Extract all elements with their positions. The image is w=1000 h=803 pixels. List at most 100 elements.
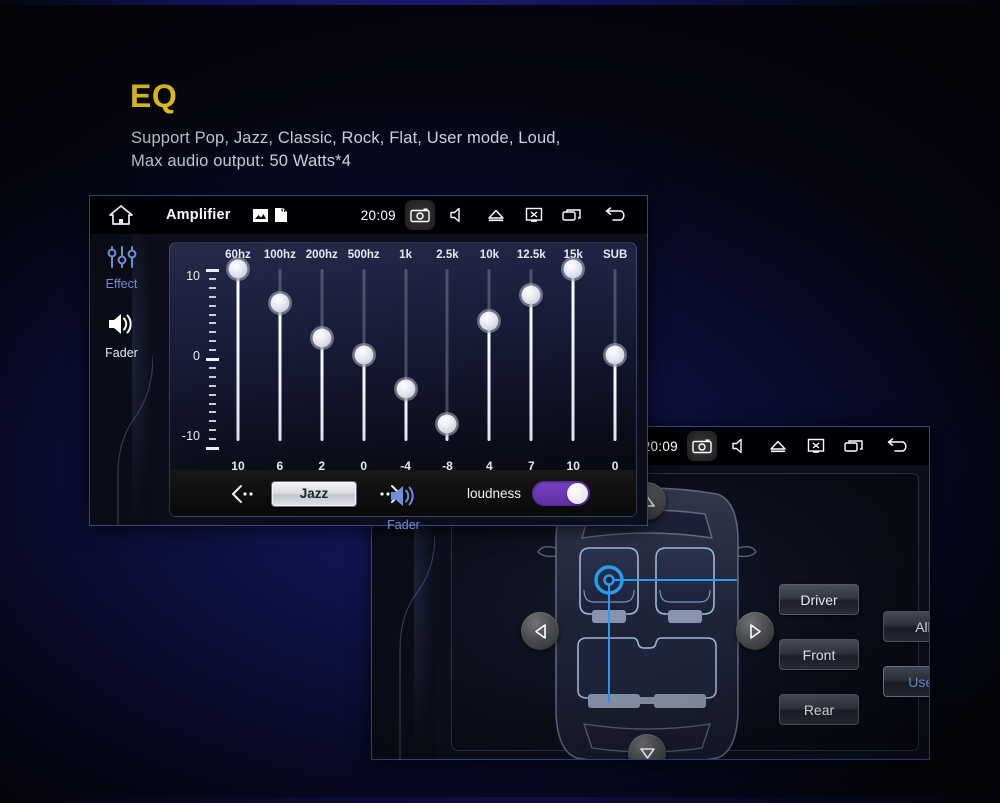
preset-all-label: All [915, 618, 930, 635]
eq-sliders [217, 259, 636, 457]
eject-icon[interactable] [763, 431, 793, 461]
page-subtitle: Support Pop, Jazz, Classic, Rock, Flat, … [131, 127, 560, 173]
eq-tick-minor [209, 313, 216, 316]
preset-name: Jazz [299, 486, 329, 501]
preset-driver-label: Driver [800, 591, 838, 608]
sidebar-item-fader[interactable]: Fader [90, 302, 153, 360]
eq-tick-minor [209, 375, 216, 378]
speaker-waves-icon [108, 314, 132, 334]
sd-card-icon [274, 208, 287, 222]
screen-off-icon[interactable] [519, 200, 549, 230]
eq-band-slider[interactable] [217, 259, 259, 457]
slider-fill [236, 269, 240, 441]
home-button[interactable] [98, 204, 144, 226]
eq-band-frequency: 100hz [263, 249, 296, 261]
slider-thumb[interactable] [479, 311, 499, 331]
background-bottom-edge [0, 797, 1000, 803]
subtitle-line-1: Support Pop, Jazz, Classic, Rock, Flat, … [131, 129, 561, 147]
recent-apps-icon[interactable] [839, 431, 869, 461]
eq-band-slider[interactable] [594, 261, 636, 457]
page-title: EQ [130, 78, 178, 114]
eq-band-frequency: 10k [479, 249, 499, 261]
eq-clock: 20:09 [360, 207, 396, 223]
car-diagram[interactable] [522, 486, 772, 760]
slider-thumb[interactable] [605, 345, 625, 365]
eq-band-slider[interactable] [552, 259, 594, 457]
slider-thumb[interactable] [354, 345, 374, 365]
eq-band-frequency: SUB [602, 249, 628, 261]
eq-tick-minor [209, 438, 216, 441]
eq-system-icons [405, 200, 639, 230]
slider-fill [613, 355, 617, 441]
eq-tick-minor [209, 331, 216, 334]
eq-band-slider[interactable] [259, 261, 301, 457]
preset-driver-button[interactable]: Driver [779, 584, 859, 615]
slider-thumb[interactable] [270, 293, 290, 313]
picture-icon [252, 208, 268, 222]
sidebar-item-label: Fader [387, 518, 420, 532]
camera-icon[interactable] [405, 200, 435, 230]
fader-sidebar: Fader [372, 465, 436, 759]
preset-user-label: User [908, 673, 929, 690]
fader-system-icons [687, 431, 921, 461]
slider-thumb[interactable] [312, 328, 332, 348]
loudness-label: loudness [467, 486, 522, 501]
slider-fill [278, 303, 282, 441]
speaker-waves-icon [390, 486, 414, 506]
eq-tick-minor [209, 384, 216, 387]
equalizer-sliders-icon [107, 246, 136, 268]
eq-band-frequency: 200hz [305, 249, 338, 261]
fader-right-button[interactable] [736, 612, 774, 650]
eq-band-slider[interactable] [427, 261, 469, 457]
eq-scale-min: -10 [181, 429, 200, 443]
subtitle-line-2: Max audio output: 50 Watts*4 [131, 152, 352, 170]
mute-speaker-icon[interactable] [725, 431, 755, 461]
sidebar-item-label: Effect [105, 277, 138, 291]
preset-all-button[interactable]: All [883, 611, 930, 642]
fader-left-button[interactable] [521, 612, 559, 650]
sidebar-item-effect[interactable]: Effect [90, 234, 153, 291]
eject-icon[interactable] [481, 200, 511, 230]
eq-band-slider[interactable] [301, 261, 343, 457]
status-mini-icons [252, 208, 287, 222]
eq-tick-minor [209, 349, 216, 352]
recent-apps-icon[interactable] [557, 200, 587, 230]
preset-prev-button[interactable] [226, 484, 260, 504]
home-icon [109, 205, 133, 225]
eq-tick-minor [209, 411, 216, 414]
app-title: Amplifier [166, 207, 231, 223]
slider-thumb[interactable] [437, 414, 457, 434]
sidebar-item-label: Fader [105, 346, 138, 360]
slider-thumb[interactable] [521, 285, 541, 305]
slider-fill [362, 355, 366, 441]
eq-tick-minor [209, 420, 216, 423]
eq-band-slider[interactable] [468, 261, 510, 457]
preset-rear-button[interactable]: Rear [779, 694, 859, 725]
slider-fill [487, 320, 491, 441]
sidebar-item-fader[interactable]: Fader [372, 465, 435, 532]
slider-thumb[interactable] [563, 259, 583, 279]
slider-thumb[interactable] [228, 259, 248, 279]
preset-front-button[interactable]: Front [779, 639, 859, 670]
screen-off-icon[interactable] [801, 431, 831, 461]
back-arrow-icon[interactable] [877, 431, 921, 461]
eq-band-slider[interactable] [510, 261, 552, 457]
equalizer-screen: Amplifier 20:09 Effect Fader 60hz 100hz … [89, 195, 648, 526]
eq-tick-minor [209, 366, 216, 369]
eq-band-slider[interactable] [385, 261, 427, 457]
eq-tick-minor [209, 277, 216, 280]
eq-tick-minor [209, 286, 216, 289]
back-arrow-icon[interactable] [595, 200, 639, 230]
eq-band-slider[interactable] [343, 261, 385, 457]
preset-user-button[interactable]: User [883, 666, 929, 697]
preset-display-button[interactable]: Jazz [271, 480, 357, 507]
camera-icon[interactable] [687, 431, 717, 461]
slider-thumb[interactable] [396, 379, 416, 399]
eq-tick-minor [209, 429, 216, 432]
eq-tick-minor [209, 322, 216, 325]
loudness-toggle[interactable] [532, 481, 591, 506]
eq-band-frequency: 1k [399, 249, 412, 261]
mute-speaker-icon[interactable] [443, 200, 473, 230]
eq-band-frequency: 12.5k [516, 249, 546, 261]
eq-tick-minor [209, 393, 216, 396]
